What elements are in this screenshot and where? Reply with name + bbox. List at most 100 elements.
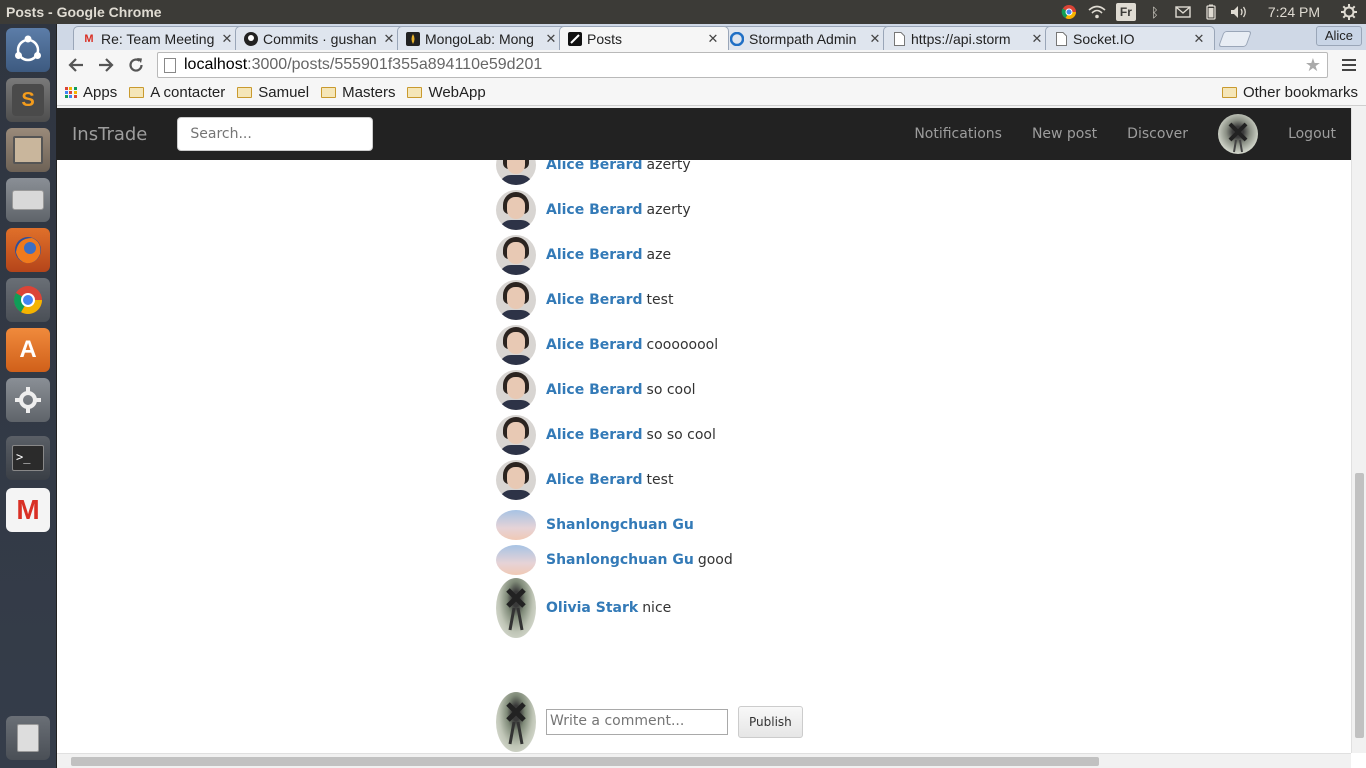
software-center-icon[interactable]: A (6, 328, 50, 372)
bookmark-folder[interactable]: Masters (321, 84, 395, 101)
wifi-icon[interactable] (1088, 3, 1106, 21)
tab-github[interactable]: Commits · gushan ✕ (235, 26, 405, 50)
keyboard-layout-label: Fr (1119, 5, 1132, 19)
forward-arrow-icon[interactable] (93, 52, 119, 78)
hamburger-menu-icon[interactable] (1338, 54, 1360, 76)
search-input[interactable] (177, 117, 374, 151)
comment-author[interactable]: Alice Berard (546, 202, 643, 218)
tab-mongolab[interactable]: MongoLab: Mong ✕ (397, 26, 567, 50)
address-bar[interactable]: localhost :3000/posts/555901f355a894110e… (157, 52, 1328, 78)
comment-author[interactable]: Alice Berard (546, 292, 643, 308)
files-icon[interactable] (6, 128, 50, 172)
tab-gmail[interactable]: M Re: Team Meeting ✕ (73, 26, 243, 50)
battery-icon[interactable] (1202, 3, 1220, 21)
scrollbar-thumb[interactable] (71, 757, 1099, 766)
tab-posts[interactable]: Posts ✕ (559, 26, 729, 50)
comment-author[interactable]: Alice Berard (546, 427, 643, 443)
tab-label: https://api.storm (911, 30, 1011, 47)
dash-home-icon[interactable] (6, 28, 50, 72)
folder-icon (321, 87, 337, 98)
github-icon (244, 31, 258, 46)
nav-notifications[interactable]: Notifications (899, 126, 1017, 142)
avatar[interactable] (496, 370, 536, 410)
avatar[interactable] (496, 325, 536, 365)
chrome-tray-icon[interactable] (1060, 3, 1078, 21)
comment-author[interactable]: Shanlongchuan Gu (546, 517, 694, 533)
back-arrow-icon[interactable] (63, 52, 89, 78)
scrollbar-thumb[interactable] (1355, 473, 1364, 738)
bookmark-folder[interactable]: Samuel (237, 84, 309, 101)
site-navbar: InsTrade Notifications New post Discover… (57, 108, 1351, 160)
clock[interactable]: 7:24 PM (1258, 4, 1330, 20)
publish-button[interactable]: Publish (738, 706, 803, 738)
avatar[interactable] (496, 510, 536, 540)
other-bookmarks-folder[interactable]: Other bookmarks (1221, 84, 1358, 101)
close-icon[interactable]: ✕ (1192, 31, 1206, 47)
volume-icon[interactable] (1230, 3, 1248, 21)
comment-text: azerty (646, 202, 691, 218)
comment-author[interactable]: Alice Berard (546, 337, 643, 353)
user-avatar[interactable] (1218, 114, 1259, 154)
bluetooth-icon[interactable]: ᛒ (1146, 3, 1164, 21)
firefox-icon[interactable] (6, 228, 50, 272)
comment-item: Alice Berard test (496, 460, 673, 500)
bookmark-label: Apps (83, 84, 118, 101)
chrome-launcher-icon[interactable] (6, 278, 50, 322)
mail-icon[interactable] (1174, 3, 1192, 21)
comment-item: Alice Berard coooooool (496, 325, 718, 365)
disk-drive-icon[interactable] (6, 178, 50, 222)
bookmark-apps[interactable]: Apps (65, 84, 117, 101)
avatar[interactable] (496, 460, 536, 500)
system-settings-icon[interactable] (6, 378, 50, 422)
brand-logo[interactable]: InsTrade (72, 124, 147, 145)
vertical-scrollbar[interactable] (1351, 108, 1366, 753)
comment-author[interactable]: Alice Berard (546, 382, 643, 398)
session-gear-icon[interactable] (1340, 3, 1358, 21)
terminal-icon[interactable]: >_ (6, 436, 50, 480)
comment-item: Alice Berard aze (496, 235, 671, 275)
folder-icon (237, 87, 253, 98)
close-icon[interactable]: ✕ (220, 31, 234, 47)
bookmark-star-icon[interactable]: ★ (1305, 55, 1321, 76)
avatar[interactable] (496, 235, 536, 275)
nav-discover[interactable]: Discover (1112, 126, 1203, 142)
close-icon[interactable]: ✕ (382, 31, 396, 47)
avatar[interactable] (496, 280, 536, 320)
tab-stormpath-api[interactable]: https://api.storm ✕ (883, 26, 1053, 50)
close-icon[interactable]: ✕ (1030, 31, 1044, 47)
close-icon[interactable]: ✕ (868, 31, 882, 47)
comment-author[interactable]: Alice Berard (546, 247, 643, 263)
close-icon[interactable]: ✕ (706, 31, 720, 47)
page-icon (892, 31, 906, 46)
avatar[interactable] (496, 545, 536, 575)
bookmark-label: Other bookmarks (1242, 84, 1358, 101)
trash-icon[interactable] (6, 716, 50, 760)
tab-label: Commits · gushan (263, 30, 377, 47)
bookmark-label: Masters (342, 84, 396, 101)
tab-socketio[interactable]: Socket.IO ✕ (1045, 26, 1215, 50)
reload-icon[interactable] (123, 52, 149, 78)
comment-author[interactable]: Alice Berard (546, 472, 643, 488)
bookmark-label: WebApp (428, 84, 486, 101)
avatar[interactable] (496, 190, 536, 230)
profile-button[interactable]: Alice (1315, 26, 1362, 46)
tab-stormpath[interactable]: Stormpath Admin ✕ (721, 26, 891, 50)
gmail-launcher-icon[interactable]: M (6, 488, 50, 532)
comment-author[interactable]: Olivia Stark (546, 600, 638, 616)
avatar[interactable] (496, 415, 536, 455)
nav-new-post[interactable]: New post (1017, 126, 1112, 142)
close-icon[interactable]: ✕ (544, 31, 558, 47)
bookmark-folder[interactable]: A contacter (129, 84, 225, 101)
folder-icon (129, 87, 145, 98)
comment-author[interactable]: Shanlongchuan Gu (546, 552, 694, 568)
avatar (496, 692, 536, 752)
nav-logout[interactable]: Logout (1273, 126, 1351, 142)
horizontal-scrollbar[interactable] (57, 753, 1351, 768)
avatar[interactable] (496, 578, 536, 638)
comment-item: Olivia Stark nice (496, 578, 671, 638)
bookmark-folder[interactable]: WebApp (407, 84, 486, 101)
comment-input[interactable] (546, 709, 728, 735)
new-tab-button[interactable] (1218, 31, 1252, 47)
sublime-text-icon[interactable]: S (6, 78, 50, 122)
keyboard-layout-indicator[interactable]: Fr (1115, 3, 1136, 21)
